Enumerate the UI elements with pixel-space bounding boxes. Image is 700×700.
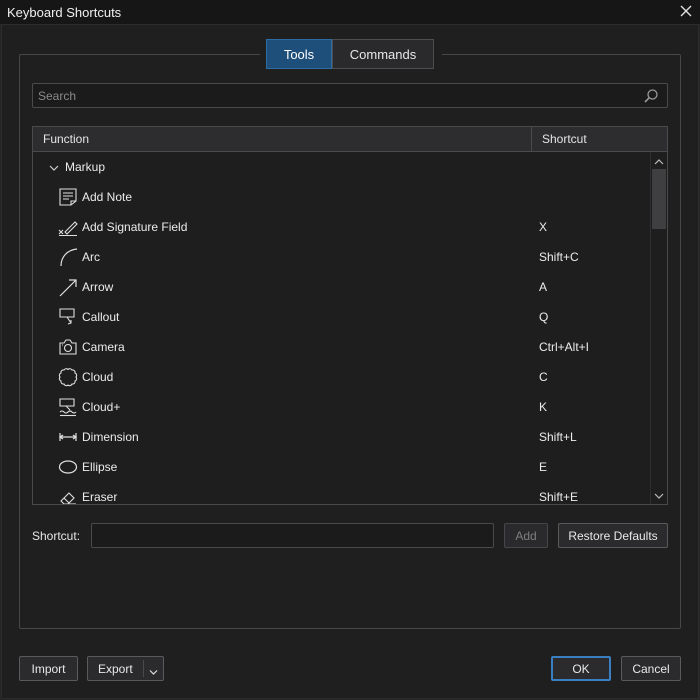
scrollbar-thumb[interactable] [652,169,666,229]
row-label: Add Signature Field [82,220,188,234]
table-row[interactable]: Eraser Shift+E [33,482,650,504]
row-label: Dimension [82,430,139,444]
shortcut-label: Shortcut: [32,529,81,543]
window-title: Keyboard Shortcuts [7,5,122,20]
table-row[interactable]: Callout Q [33,302,650,332]
row-shortcut: Shift+E [539,490,579,504]
scroll-up-icon[interactable] [654,156,664,166]
row-label: Cloud+ [82,400,121,414]
table-row[interactable]: Cloud+ K [33,392,650,422]
row-shortcut: A [539,280,548,294]
table-row[interactable]: Arrow A [33,272,650,302]
ellipse-icon [58,457,78,477]
search-box [32,83,668,108]
table-row[interactable]: Camera Ctrl+Alt+I [33,332,650,362]
row-label: Add Note [82,190,133,204]
note-icon [58,187,78,207]
tab-tools[interactable]: Tools [266,39,332,69]
column-header-function[interactable]: Function [43,132,89,146]
row-shortcut: Q [539,310,549,324]
row-label: Callout [82,310,120,324]
row-shortcut: C [539,370,548,384]
dimension-icon [58,427,78,447]
table-row[interactable]: Dimension Shift+L [33,422,650,452]
eraser-icon [58,487,78,504]
split-divider [143,660,144,677]
callout-icon [58,307,78,327]
close-icon[interactable] [678,3,694,19]
table-row[interactable]: Add Note [33,182,650,212]
row-shortcut: E [539,460,548,474]
export-label: Export [98,661,133,676]
table-row[interactable]: Ellipse E [33,452,650,482]
row-shortcut: Ctrl+Alt+I [539,340,590,354]
add-button[interactable]: Add [504,523,548,548]
tab-commands[interactable]: Commands [332,39,434,69]
chevron-down-icon[interactable] [49,162,59,172]
row-label: Camera [82,340,125,354]
tab-bar: Tools Commands [260,39,442,71]
column-divider[interactable] [531,127,532,152]
ok-button[interactable]: OK [551,656,611,681]
signature-icon [58,217,78,237]
scroll-down-icon[interactable] [654,490,664,500]
column-header-shortcut[interactable]: Shortcut [542,132,587,146]
tree-group-markup[interactable]: Markup [33,152,650,182]
arrow-icon [58,277,78,297]
camera-icon [58,337,78,357]
arc-icon [58,247,78,267]
row-shortcut: Shift+L [539,430,577,444]
row-label: Ellipse [82,460,118,474]
table-row[interactable]: Cloud C [33,362,650,392]
row-label: Arrow [82,280,114,294]
row-label: Arc [82,250,100,264]
table-row[interactable]: Arc Shift+C [33,242,650,272]
chevron-down-icon[interactable] [149,665,158,675]
cloud-icon [58,367,78,387]
title-bar: Keyboard Shortcuts [0,0,700,24]
row-label: Eraser [82,490,118,504]
row-shortcut: K [539,400,548,414]
vertical-scrollbar[interactable] [650,152,667,504]
group-label: Markup [65,160,106,174]
search-icon[interactable] [643,88,659,104]
table-body: Markup Add Note Add Signature Field X Ar… [33,152,650,504]
shortcut-field[interactable] [91,523,494,548]
search-input[interactable] [33,84,633,107]
cloud-plus-icon [58,397,78,417]
row-shortcut: X [539,220,548,234]
import-button[interactable]: Import [19,656,78,681]
restore-defaults-button[interactable]: Restore Defaults [558,523,668,548]
table-header: Function Shortcut [33,127,667,152]
export-button[interactable]: Export [87,656,164,681]
cancel-button[interactable]: Cancel [621,656,681,681]
table-row[interactable]: Add Signature Field X [33,212,650,242]
shortcuts-table: Function Shortcut Markup Add Note Add Si… [32,126,668,505]
row-label: Cloud [82,370,114,384]
row-shortcut: Shift+C [539,250,579,264]
